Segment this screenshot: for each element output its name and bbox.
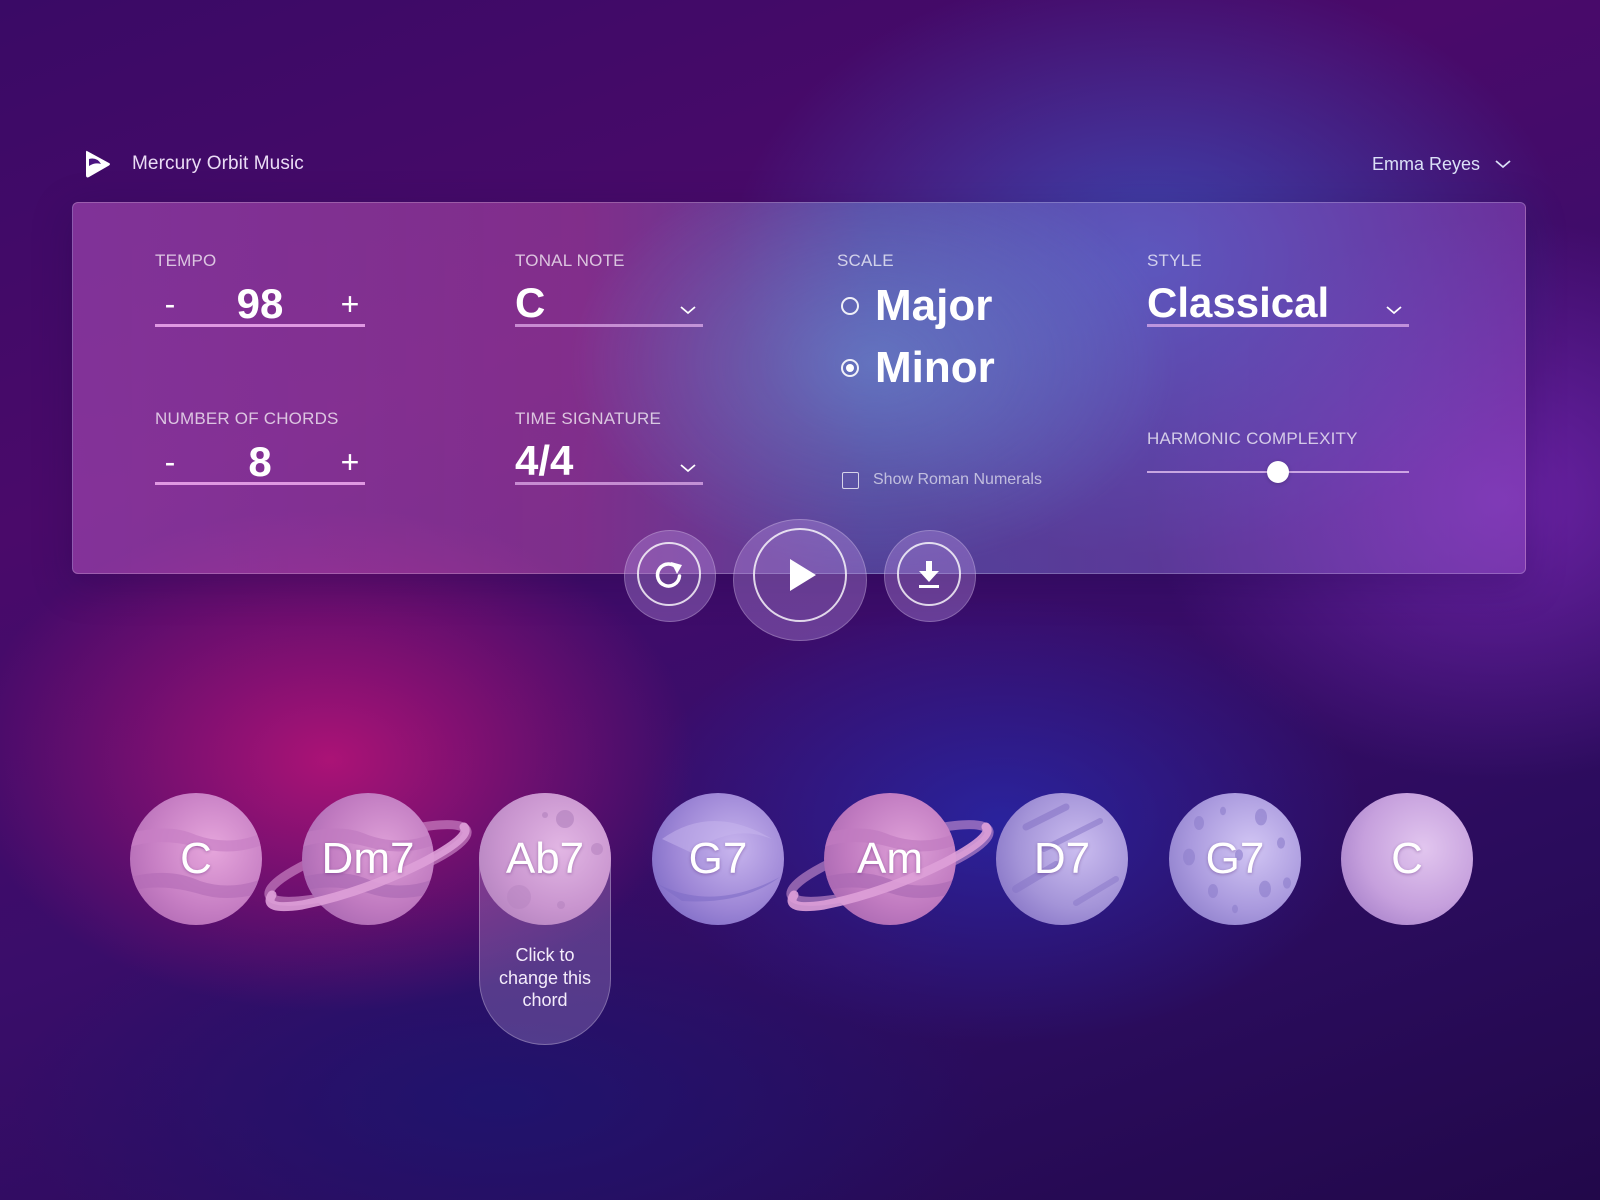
chord-label: G7	[688, 834, 748, 883]
chords-count-decrement-button[interactable]: -	[155, 444, 185, 480]
radio-minor[interactable]	[841, 359, 859, 377]
play-button[interactable]	[753, 528, 847, 622]
chord-planet[interactable]: G7	[652, 793, 784, 925]
chord-planet[interactable]: G7	[1169, 793, 1301, 925]
chevron-down-icon	[680, 305, 696, 314]
scale-option-major[interactable]: Major	[841, 281, 992, 331]
chevron-down-icon	[1386, 305, 1402, 314]
refresh-icon	[655, 562, 682, 588]
chords-count-stepper: - 8 +	[155, 438, 365, 486]
chord-label: Ab7	[505, 834, 585, 883]
chord-label: G7	[1205, 834, 1265, 883]
chord-planet[interactable]: C	[1341, 793, 1473, 925]
chords-count-increment-button[interactable]: +	[335, 444, 365, 480]
app-name: Mercury Orbit Music	[132, 153, 304, 174]
chord-planet[interactable]: C	[130, 793, 262, 925]
roman-numerals-toggle[interactable]: Show Roman Numerals	[842, 471, 1042, 489]
chord-label: D7	[1033, 834, 1091, 883]
chord-planet[interactable]: Ab7	[479, 793, 611, 925]
style-value: Classical	[1147, 278, 1330, 326]
style-field: STYLE	[1147, 251, 1202, 271]
chord-planet[interactable]: D7	[996, 793, 1128, 925]
download-icon	[919, 561, 939, 588]
style-select[interactable]: Classical	[1147, 278, 1409, 327]
chord-label: Am	[857, 834, 923, 883]
harmonic-complexity-field: HARMONIC COMPLEXITY	[1147, 429, 1358, 449]
roman-numerals-label: Show Roman Numerals	[873, 471, 1042, 488]
tempo-decrement-button[interactable]: -	[155, 286, 185, 322]
radio-major[interactable]	[841, 297, 859, 315]
time-signature-field: TIME SIGNATURE	[515, 409, 661, 429]
brand[interactable]: Mercury Orbit Music	[84, 149, 304, 179]
scale-major-label: Major	[875, 281, 993, 330]
user-name: Emma Reyes	[1371, 153, 1480, 174]
tooltip-line: chord	[522, 990, 568, 1010]
scale-option-minor[interactable]: Minor	[841, 343, 995, 393]
chord-planet[interactable]: Am	[786, 793, 994, 925]
chord-planet[interactable]: Dm7	[264, 793, 472, 925]
play-icon	[790, 559, 816, 591]
regenerate-button[interactable]	[637, 542, 701, 606]
download-button[interactable]	[897, 542, 961, 606]
style-label: STYLE	[1147, 251, 1202, 270]
tempo-label: TEMPO	[155, 251, 217, 270]
chevron-down-icon	[1495, 160, 1511, 169]
chords-count-label: NUMBER OF CHORDS	[155, 409, 339, 428]
roman-numerals-checkbox[interactable]	[842, 471, 859, 489]
harmonic-complexity-label: HARMONIC COMPLEXITY	[1147, 429, 1358, 448]
chord-label: C	[180, 834, 212, 883]
scale-label: SCALE	[837, 251, 894, 270]
tempo-increment-button[interactable]: +	[335, 286, 365, 322]
play-orbit-logo-icon	[86, 150, 110, 178]
tonal-note-value: C	[515, 278, 546, 326]
user-menu[interactable]: Emma Reyes	[1372, 154, 1516, 175]
tonal-note-select[interactable]: C	[515, 278, 703, 327]
chords-count-field: NUMBER OF CHORDS	[155, 409, 339, 429]
tonal-note-label: TONAL NOTE	[515, 251, 625, 270]
slider-thumb[interactable]	[1267, 461, 1289, 483]
tonal-note-field: TONAL NOTE	[515, 251, 625, 271]
harmonic-complexity-slider[interactable]	[1147, 457, 1409, 487]
time-signature-value: 4/4	[515, 436, 574, 484]
tooltip-line: Click to	[515, 945, 575, 965]
tempo-field: TEMPO	[155, 251, 216, 271]
scale-minor-label: Minor	[875, 343, 995, 392]
chord-label: Dm7	[321, 834, 415, 883]
time-signature-label: TIME SIGNATURE	[515, 409, 662, 428]
tempo-stepper: - 98 +	[155, 280, 365, 328]
time-signature-select[interactable]: 4/4	[515, 436, 703, 485]
chord-label: C	[1391, 834, 1423, 883]
chord-tooltip-text: Click to change this chord	[479, 944, 611, 1012]
chords-count-value[interactable]: 8	[248, 438, 271, 486]
scale-field: SCALE	[837, 251, 894, 271]
tooltip-line: change this	[498, 967, 592, 988]
tempo-value[interactable]: 98	[237, 280, 284, 328]
chevron-down-icon	[680, 463, 696, 472]
app-header: Mercury Orbit Music Emma Reyes	[84, 146, 1516, 182]
chord-progression: C Dm7 Ab7 G7 Am D7 G7 C	[130, 793, 1473, 927]
